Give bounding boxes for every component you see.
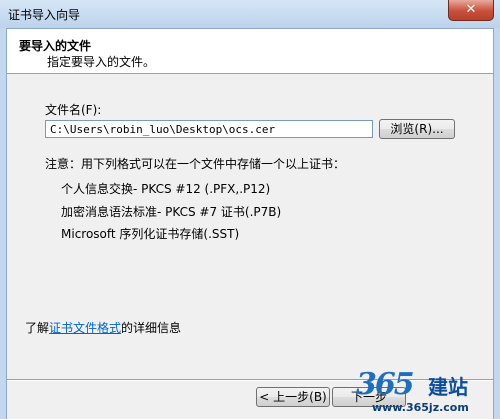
format-pfx: 个人信息交换- PKCS #12 (.PFX,.P12) — [61, 182, 271, 196]
title-bar: 证书导入向导 ✕ — [0, 0, 500, 28]
close-button[interactable]: ✕ — [448, 0, 494, 21]
window-title: 证书导入向导 — [8, 8, 81, 22]
page-subtitle: 指定要导入的文件。 — [47, 55, 156, 69]
watermark-brand: 建站 — [428, 375, 468, 399]
browse-button[interactable]: 浏览(R)... — [379, 119, 455, 139]
wizard-header: 要导入的文件 指定要导入的文件。 — [7, 29, 493, 74]
cert-format-link[interactable]: 证书文件格式 — [49, 321, 121, 335]
file-name-input[interactable] — [45, 120, 373, 138]
learn-more-text: 了解证书文件格式的详细信息 — [25, 319, 181, 336]
file-name-label: 文件名(F): — [45, 103, 102, 117]
watermark-number: 365 — [356, 367, 415, 402]
format-sst: Microsoft 序列化证书存储(.SST) — [61, 227, 240, 241]
learn-more-prefix: 了解 — [25, 321, 50, 335]
page-title: 要导入的文件 — [19, 39, 92, 53]
format-p7b: 加密消息语法标准- PKCS #7 证书(.P7B) — [61, 205, 282, 219]
watermark-url: www.365jz.com — [372, 401, 469, 414]
watermark-logo: 365 建站 www.365jz.com — [352, 367, 492, 415]
back-button[interactable]: < 上一步(B) — [256, 387, 330, 407]
note-text: 注意：用下列格式可以在一个文件中存储一个以上证书： — [45, 157, 346, 171]
wizard-body: 要导入的文件 指定要导入的文件。 文件名(F): 浏览(R)... 注意：用下列… — [6, 28, 494, 419]
learn-more-suffix: 的详细信息 — [121, 321, 182, 335]
